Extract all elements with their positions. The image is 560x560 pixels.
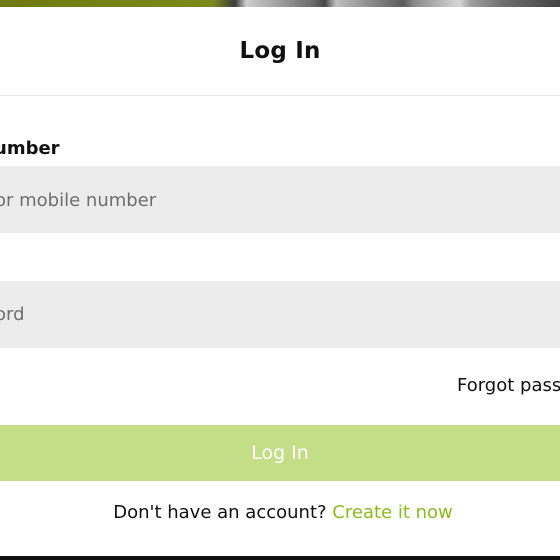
password-input[interactable] — [0, 281, 560, 348]
signup-prompt: Don't have an account? — [113, 502, 327, 523]
login-button[interactable]: Log In — [0, 425, 560, 481]
signup-row: Don't have an account? Create it now — [0, 502, 560, 523]
login-button-label: Log In — [251, 442, 309, 464]
background-bottom-strip — [0, 556, 560, 560]
username-input[interactable] — [0, 166, 560, 233]
modal-header: Log In — [0, 7, 560, 96]
background-photo-strip — [0, 0, 560, 7]
number-field-label: umber — [0, 138, 60, 159]
forgot-password-link[interactable]: Forgot passw — [457, 375, 560, 396]
login-modal: Log In umber or mobile number ord Forgot… — [0, 7, 560, 556]
modal-title: Log In — [239, 38, 321, 64]
create-account-link[interactable]: Create it now — [332, 502, 452, 523]
